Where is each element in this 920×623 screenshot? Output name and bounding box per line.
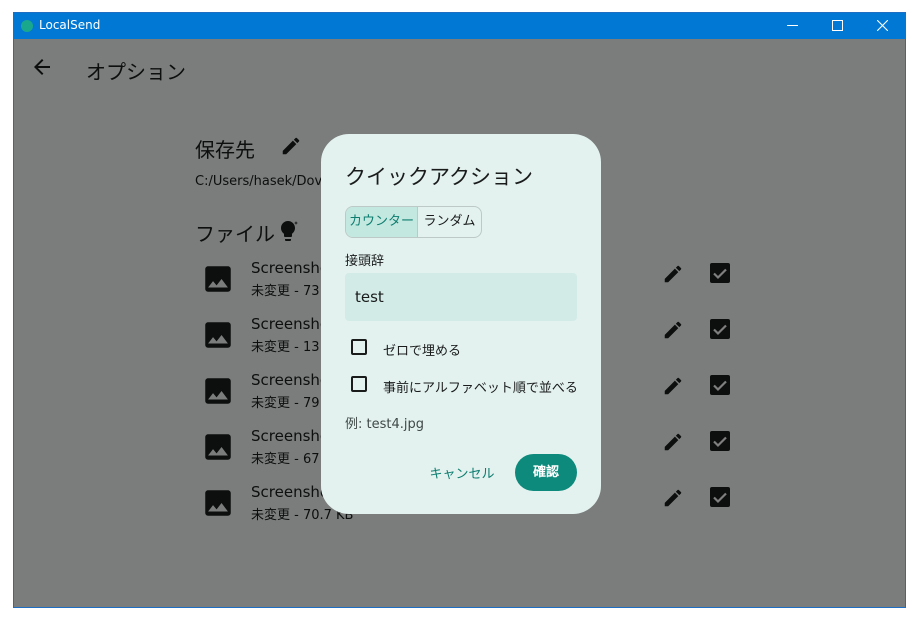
- app-window: LocalSend オプション 保存先 C:/Users/hasek/Dov フ…: [13, 12, 906, 608]
- prefix-label: 接頭辞: [345, 254, 385, 269]
- confirm-button[interactable]: 確認: [515, 454, 577, 491]
- maximize-icon: [832, 20, 843, 31]
- sort-before-label: 事前にアルファベット順で並べる: [383, 381, 578, 396]
- prefix-input[interactable]: [345, 273, 577, 321]
- close-button[interactable]: [860, 13, 905, 39]
- zero-pad-checkbox[interactable]: [351, 339, 367, 355]
- dialog-title: クイックアクション: [345, 165, 533, 189]
- sort-before-checkbox[interactable]: [351, 376, 367, 392]
- cancel-button[interactable]: キャンセル: [423, 457, 501, 493]
- localsend-logo-icon: [21, 20, 33, 32]
- example-text: 例: test4.jpg: [345, 417, 424, 432]
- segment-random[interactable]: ランダム: [418, 207, 481, 237]
- minimize-button[interactable]: [770, 13, 815, 39]
- mode-segmented-control: カウンター ランダム: [345, 206, 482, 238]
- maximize-button[interactable]: [815, 13, 860, 39]
- title-bar: LocalSend: [14, 13, 905, 39]
- minimize-icon: [787, 25, 798, 26]
- window-title: LocalSend: [39, 18, 101, 32]
- segment-counter[interactable]: カウンター: [346, 207, 418, 237]
- close-icon: [877, 20, 888, 31]
- quick-action-dialog: クイックアクション カウンター ランダム 接頭辞 ゼロで埋める 事前にアルファベ…: [321, 134, 601, 514]
- zero-pad-label: ゼロで埋める: [383, 344, 462, 359]
